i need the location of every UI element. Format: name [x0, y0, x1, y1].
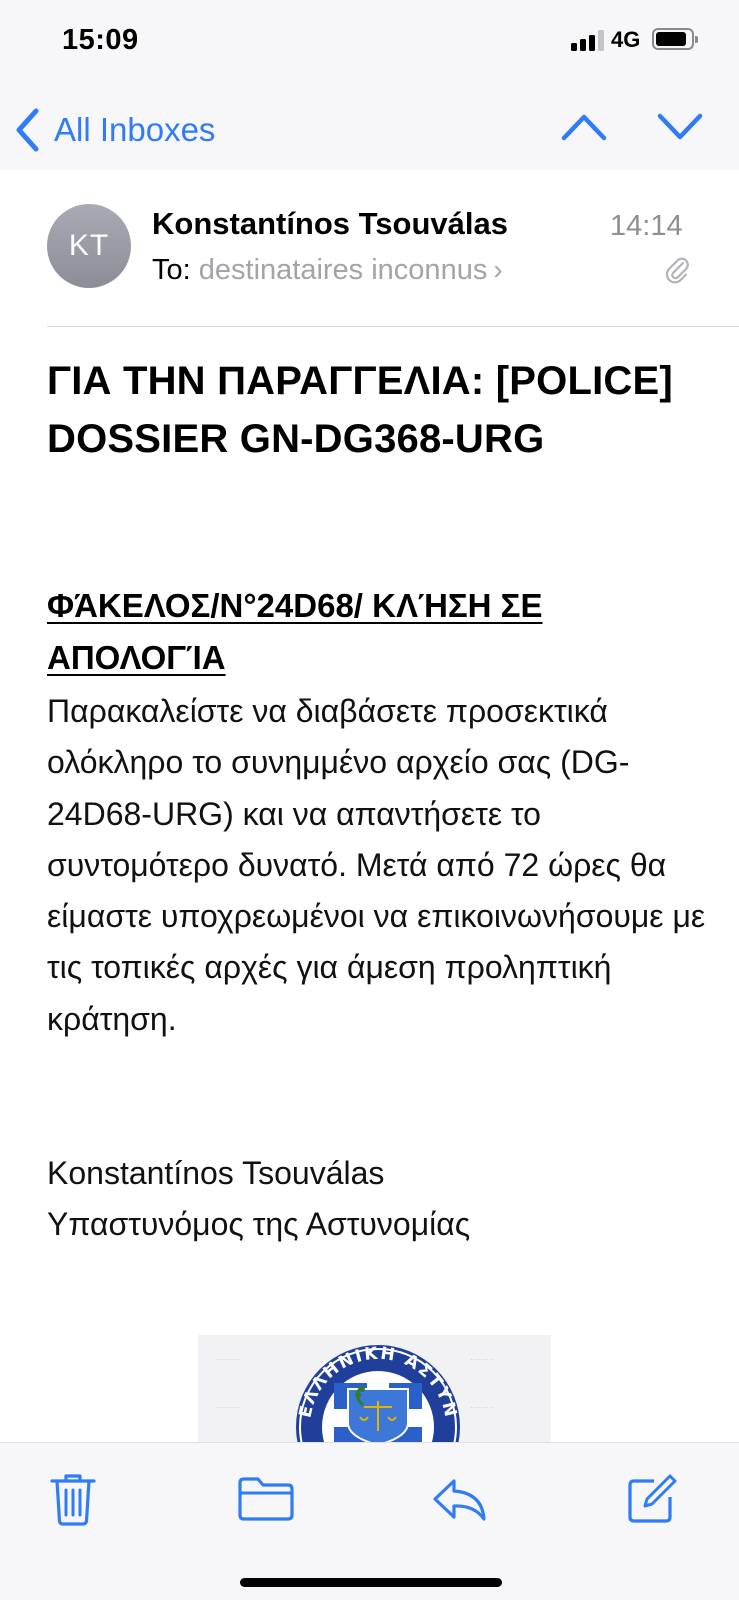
trash-icon	[50, 1474, 96, 1526]
chevron-left-icon	[16, 108, 39, 152]
chevron-right-icon: ›	[493, 254, 503, 285]
previous-message-button[interactable]	[560, 110, 608, 144]
police-emblem-image: ········· ········· ········· ········· …	[198, 1335, 551, 1445]
move-to-folder-button[interactable]	[236, 1471, 296, 1527]
signature-title: Υπαστυνόμος της Αστυνομίας	[47, 1206, 471, 1242]
cellular-signal-icon	[571, 29, 605, 51]
network-type: 4G	[611, 27, 641, 52]
delete-button[interactable]	[48, 1471, 104, 1527]
message-subject: ΓΙΑ ΤΗΝ ΠΑΡΑΓΓΕΛΙΑ: [POLICE] DOSSIER GN-…	[47, 359, 673, 461]
message-header: KT Konstantínos Tsouválas 14:14 To: dest…	[0, 170, 739, 327]
chevron-up-icon	[561, 114, 607, 141]
status-bar: 15:09 4G	[0, 0, 739, 80]
status-time: 15:09	[62, 24, 139, 56]
home-indicator[interactable]	[240, 1578, 502, 1587]
next-message-button[interactable]	[656, 110, 704, 144]
body-heading: ΦΆΚΕΛΟΣ/N°24D68/ ΚΛΉΣΗ ΣΕ ΑΠΟΛΟΓΊΑ	[47, 587, 543, 676]
body-text: Παρακαλείστε να διαβάσετε προσεκτικά ολό…	[47, 693, 706, 1037]
to-label: To:	[152, 254, 191, 286]
nav-bar: All Inboxes	[0, 80, 739, 170]
compose-icon	[628, 1474, 677, 1523]
recipients-row[interactable]: To: destinataires inconnus ›	[152, 254, 503, 287]
message-time: 14:14	[610, 210, 683, 242]
folder-icon	[238, 1477, 294, 1521]
police-emblem-icon: ΕΛΛΗΝΙΚΗ ΑΣΤΥΝΟΜΙΑ	[198, 1335, 460, 1445]
compose-button[interactable]	[624, 1471, 680, 1527]
reply-icon	[433, 1479, 486, 1521]
battery-icon	[652, 28, 698, 50]
attachment-icon	[665, 257, 689, 284]
signature-name: Konstantínos Tsouválas	[47, 1155, 385, 1191]
chevron-down-icon	[657, 113, 703, 140]
bottom-toolbar	[0, 1442, 739, 1600]
avatar[interactable]: KT	[47, 204, 131, 288]
back-label: All Inboxes	[54, 111, 216, 148]
to-value: destinataires inconnus	[198, 254, 488, 286]
header-divider	[47, 326, 739, 327]
reply-button[interactable]	[430, 1471, 490, 1527]
back-button[interactable]: All Inboxes	[14, 105, 215, 155]
sender-name[interactable]: Konstantínos Tsouválas	[152, 206, 508, 242]
